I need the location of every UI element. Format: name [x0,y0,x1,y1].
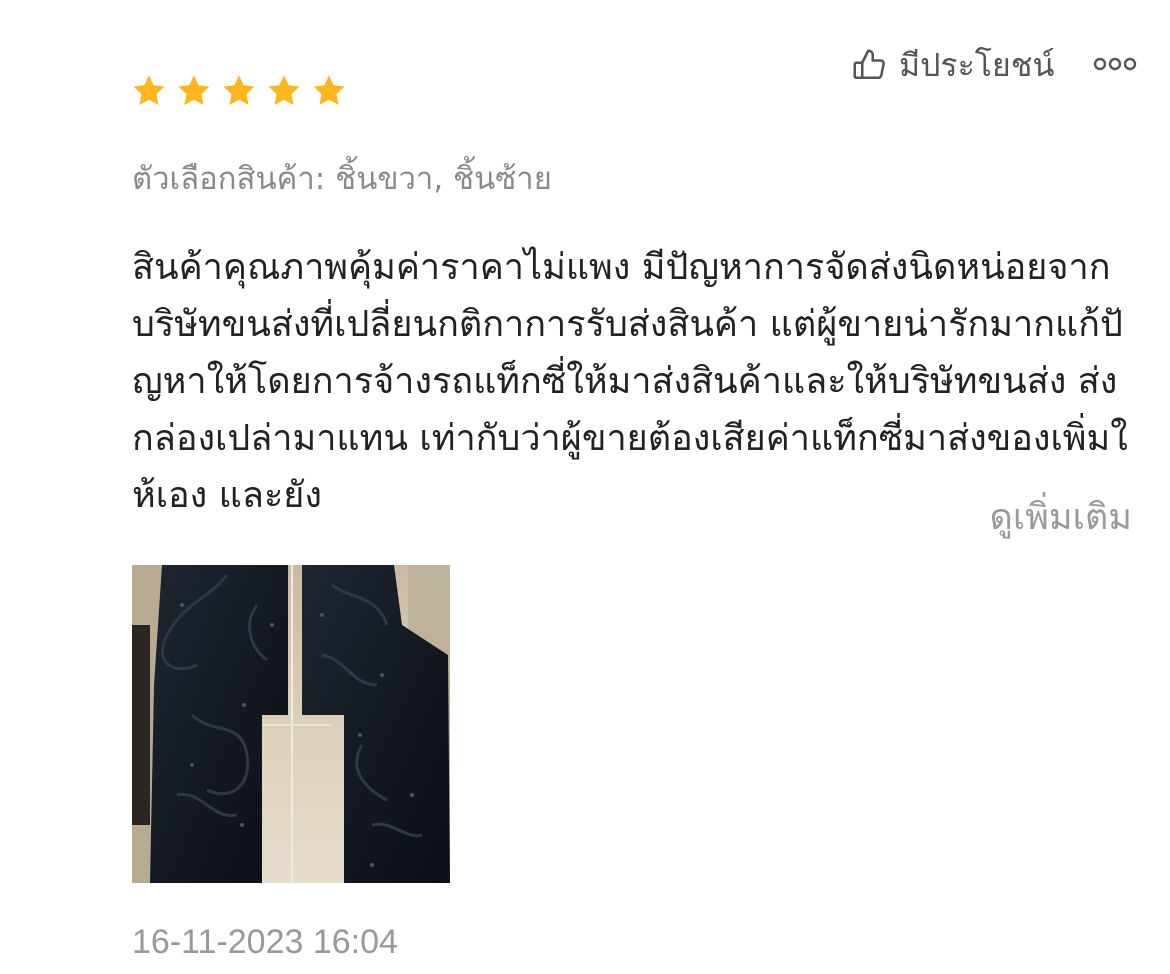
more-options-icon[interactable] [1092,55,1138,73]
star-icon [178,75,210,105]
star-icon [313,75,345,105]
variation-value: ชิ้นขวา, ชิ้นซ้าย [335,161,552,197]
helpful-label: มีประโยชน์ [899,46,1055,84]
thumbs-up-icon [853,49,885,80]
variation-label: ตัวเลือกสินค้า: [132,161,326,197]
review-timestamp: 16-11-2023 16:04 [132,923,398,961]
review-text: สินค้าคุณภาพคุ้มค่าราคาไม่แพง มีปัญหาการ… [132,247,1128,516]
see-more-link[interactable]: ดูเพิ่มเติม [989,495,1132,541]
star-icon [223,75,255,105]
product-variation: ตัวเลือกสินค้า: ชิ้นขวา, ชิ้นซ้าย [132,157,552,201]
review-text-container: สินค้าคุณภาพคุ้มค่าราคาไม่แพง มีปัญหาการ… [132,239,1132,539]
helpful-button[interactable]: มีประโยชน์ [851,42,1054,88]
rating-stars [131,73,347,109]
star-icon [133,75,165,105]
star-icon [268,75,300,105]
review-photo[interactable] [132,565,450,883]
